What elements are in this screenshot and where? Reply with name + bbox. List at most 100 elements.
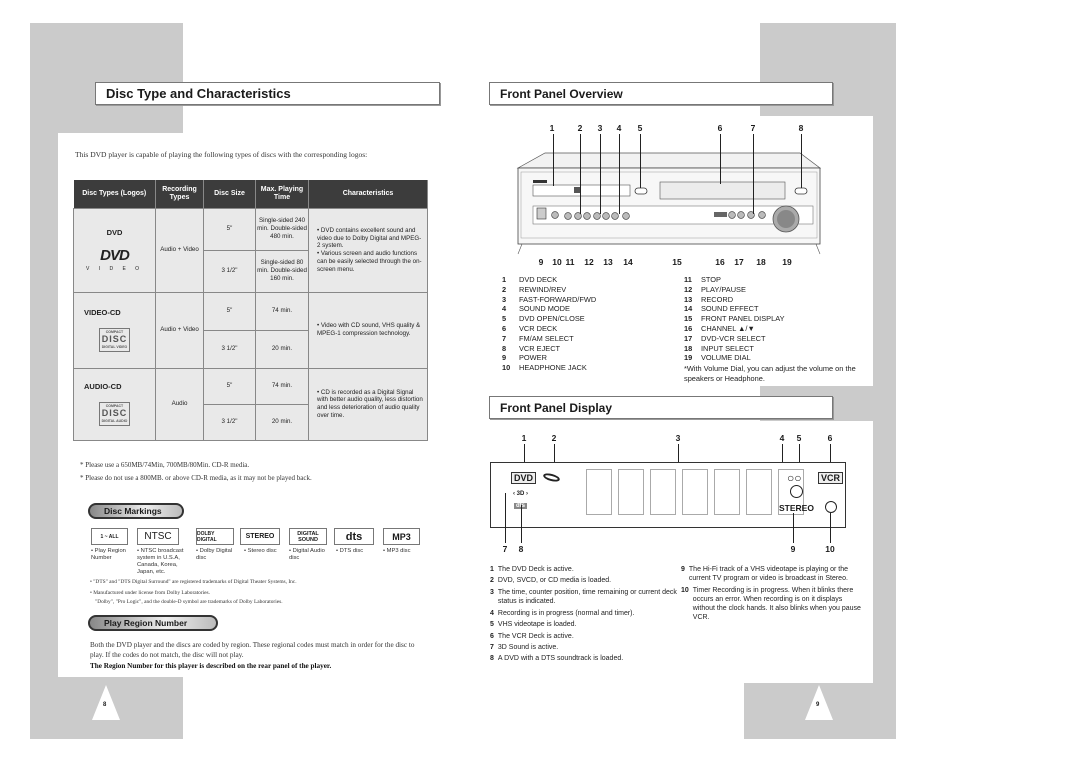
characteristics-cell: • DVD contains excellent sound and video… — [308, 207, 428, 293]
overview-callout-14: 14 — [623, 257, 633, 267]
characteristics-cell: • Video with CD sound, VHS quality & MPE… — [308, 291, 428, 369]
overview-legend-left: 1 DVD DECK 2 REWIND/REV 3 FAST-FORWARD/FWD … — [502, 275, 597, 373]
disc-loaded-icon — [542, 471, 561, 484]
overview-callout-3: 3 — [597, 123, 603, 133]
playing-time: Single-sided 240 min. Double-sided 480 m… — [255, 207, 309, 251]
dvd-video-logo: DVD V I D E O — [85, 246, 144, 272]
right-page-gray-side — [873, 116, 896, 683]
display-descriptions-left: 1 The DVD Deck is active. 2 DVD, SVCD, or … — [490, 566, 677, 663]
segment-digit — [714, 469, 740, 515]
recording-type: Audio — [155, 367, 204, 441]
display-callout-8: 8 — [518, 544, 524, 554]
disc-type-name: DVD — [106, 227, 123, 237]
disc-types-table: Disc Types (Logos) Recording Types Disc … — [73, 180, 428, 441]
segment-digit — [586, 469, 612, 515]
vcr-eject-button — [794, 187, 808, 195]
display-callout-10: 10 — [825, 544, 835, 554]
disc-size: 3 1/2" — [203, 329, 256, 369]
dvd-vcr-front-panel-illustration — [516, 152, 822, 255]
segment-digit — [650, 469, 676, 515]
display-callout-9: 9 — [790, 544, 796, 554]
overview-callout-19: 19 — [782, 257, 792, 267]
table-row: AUDIO-CD COMPACT DISC DIGITAL AUDIO Audio … — [73, 367, 428, 441]
header-max-playing-time: Max. Playing Time — [255, 180, 309, 208]
overview-callout-10: 10 — [552, 257, 562, 267]
dolby-trademark-note: "Dolby", "Pro Logic", and the double-D s… — [95, 599, 283, 605]
vhs-tape-icon: ○○ — [787, 471, 802, 485]
overview-callout-15: 15 — [672, 257, 682, 267]
dvd-open-close-button — [634, 187, 648, 195]
dvd-tray — [532, 184, 631, 197]
disc-type-cell: DVD DVD V I D E O — [73, 207, 156, 293]
overview-callout-8: 8 — [798, 123, 804, 133]
power-button — [536, 207, 547, 220]
mp3-logo: MP3 — [383, 528, 420, 545]
header-characteristics: Characteristics — [308, 180, 428, 208]
overview-callout-17: 17 — [734, 257, 744, 267]
display-callout-1: 1 — [521, 433, 527, 443]
vcr-indicator: VCR — [818, 472, 844, 484]
recording-icon — [790, 485, 803, 498]
dts-label: • DTS disc — [336, 548, 364, 554]
device-top — [516, 152, 822, 169]
display-callout-2: 2 — [551, 433, 557, 443]
mp3-label: • MP3 disc — [383, 548, 411, 554]
table-header-row: Disc Types (Logos) Recording Types Disc … — [73, 180, 428, 208]
left-page-gray-side — [30, 133, 58, 678]
overview-callout-7: 7 — [750, 123, 756, 133]
disc-size: 3 1/2" — [203, 403, 256, 441]
dolby-label: • Dolby Digital disc — [196, 548, 233, 561]
left-page-gray-top — [30, 23, 183, 133]
overview-callout-5: 5 — [637, 123, 643, 133]
compact-disc-video-logo: COMPACT DISC DIGITAL VIDEO — [98, 327, 131, 352]
note-cdr-media: * Please use a 650MB/74Min, 700MB/80Min.… — [80, 461, 250, 469]
ntsc-label: • NTSC broadcast system in U.S.A, Canada… — [137, 548, 184, 575]
table-row: VIDEO-CD COMPACT DISC DIGITAL VIDEO Audio … — [73, 291, 428, 369]
display-callout-3: 3 — [675, 433, 681, 443]
play-region-text: Both the DVD player and the discs are co… — [90, 641, 415, 670]
overview-callout-6: 6 — [717, 123, 723, 133]
page-number-right: 9 — [805, 685, 833, 720]
volume-note: *With Volume Dial, you can adjust the vo… — [684, 364, 856, 384]
digital-audio-label: • Digital Audio disc — [289, 548, 325, 561]
overview-callout-9: 9 — [538, 257, 544, 267]
page-number-left: 8 — [92, 685, 120, 720]
overview-callout-2: 2 — [577, 123, 583, 133]
overview-callout-1: 1 — [549, 123, 555, 133]
playing-time: 74 min. — [255, 291, 309, 331]
disc-type-name: AUDIO-CD — [84, 382, 122, 392]
dts-logo: dts — [334, 528, 374, 545]
disc-size: 5" — [203, 291, 256, 331]
segment-digit — [682, 469, 708, 515]
disc-type-cell: VIDEO-CD COMPACT DISC DIGITAL VIDEO — [73, 291, 156, 369]
overview-callout-13: 13 — [603, 257, 613, 267]
overview-callout-11: 11 — [565, 257, 575, 267]
section-title-front-panel-display: Front Panel Display — [489, 396, 833, 419]
compact-disc-audio-logo: COMPACT DISC DIGITAL AUDIO — [98, 401, 131, 426]
digital-sound-logo: DIGITAL SOUND — [289, 528, 327, 545]
table-row: DVD DVD V I D E O Audio + Video 5" Singl… — [73, 207, 428, 293]
display-descriptions-right: 9 The Hi-Fi track of a VHS videotape is p… — [681, 566, 861, 621]
dolby-digital-logo: DOLBY DIGITAL — [196, 528, 234, 545]
stereo-label: • Stereo disc — [244, 548, 277, 554]
disc-size: 5" — [203, 367, 256, 405]
intro-text: This DVD player is capable of playing th… — [75, 150, 368, 159]
section-title-front-panel-overview: Front Panel Overview — [489, 82, 833, 105]
playing-time: Single-sided 80 min. Double-sided 160 mi… — [255, 249, 309, 293]
segment-digit — [618, 469, 644, 515]
recording-type: Audio + Video — [155, 207, 204, 293]
segment-digit — [746, 469, 772, 515]
header-disc-size: Disc Size — [203, 180, 256, 208]
characteristics-cell: • CD is recorded as a Digital Signal wit… — [308, 367, 428, 441]
disc-markings-heading: Disc Markings — [88, 503, 184, 519]
display-callout-4: 4 — [779, 433, 785, 443]
region-label: • Play Region Number — [91, 548, 126, 561]
channel-buttons — [714, 212, 727, 217]
dolby-license-note: • Manufactured under license from Dolby … — [90, 590, 210, 596]
disc-size: 5" — [203, 207, 256, 251]
note-800mb: * Please do not use a 800MB. or above CD… — [80, 474, 312, 482]
display-callout-5: 5 — [796, 433, 802, 443]
playing-time: 20 min. — [255, 403, 309, 441]
ntsc-logo: NTSC — [137, 528, 179, 545]
stereo-indicator: STEREO — [779, 503, 814, 513]
